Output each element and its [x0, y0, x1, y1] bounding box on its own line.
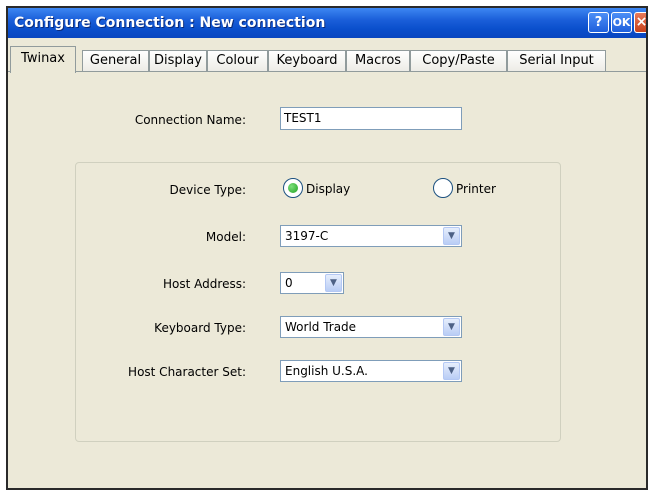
window-title: Configure Connection : New connection — [14, 15, 326, 31]
host-charset-select[interactable]: English U.S.A. ▼ — [280, 360, 462, 382]
keyboard-type-select[interactable]: World Trade ▼ — [280, 316, 462, 338]
chevron-down-icon[interactable]: ▼ — [443, 318, 460, 336]
radio-selected-dot — [288, 183, 298, 193]
host-charset-value: English U.S.A. — [285, 364, 368, 378]
model-label: Model: — [205, 230, 246, 244]
chevron-down-icon[interactable]: ▼ — [325, 274, 342, 292]
tab-general[interactable]: General — [82, 50, 149, 72]
host-address-label: Host Address: — [163, 277, 246, 291]
tab-serial-input[interactable]: Serial Input — [507, 50, 606, 72]
device-type-label: Device Type: — [169, 183, 246, 197]
close-button[interactable]: × — [634, 12, 646, 33]
tab-colour[interactable]: Colour — [207, 50, 268, 72]
keyboard-type-value: World Trade — [285, 320, 357, 334]
tab-copy-paste[interactable]: Copy/Paste — [410, 50, 507, 72]
tab-panel-twinax: Connection Name: TEST1 Device Type: Disp… — [8, 71, 646, 488]
device-settings-group — [75, 162, 561, 442]
host-address-value: 0 — [285, 276, 293, 290]
display-radio-label[interactable]: Display — [306, 182, 350, 196]
chevron-down-icon[interactable]: ▼ — [443, 362, 460, 380]
display-radio[interactable] — [283, 178, 303, 198]
printer-radio[interactable] — [433, 178, 453, 198]
model-value: 3197-C — [285, 229, 329, 243]
tab-strip: Twinax General Display Colour Keyboard M… — [8, 46, 646, 73]
tab-twinax[interactable]: Twinax — [10, 46, 76, 73]
ok-button[interactable]: OK — [611, 12, 632, 33]
keyboard-type-label: Keyboard Type: — [154, 321, 246, 335]
dialog-window: Configure Connection : New connection ? … — [6, 6, 648, 490]
connection-name-input[interactable]: TEST1 — [280, 107, 462, 130]
model-select[interactable]: 3197-C ▼ — [280, 225, 462, 247]
host-address-select[interactable]: 0 ▼ — [280, 272, 344, 294]
printer-radio-label[interactable]: Printer — [456, 182, 496, 196]
host-charset-label: Host Character Set: — [128, 365, 246, 379]
tab-keyboard[interactable]: Keyboard — [268, 50, 346, 72]
tab-macros[interactable]: Macros — [346, 50, 410, 72]
help-button[interactable]: ? — [588, 12, 609, 33]
chevron-down-icon[interactable]: ▼ — [443, 227, 460, 245]
tab-display[interactable]: Display — [149, 50, 207, 72]
title-bar[interactable]: Configure Connection : New connection ? … — [8, 8, 646, 38]
connection-name-label: Connection Name: — [134, 113, 246, 127]
